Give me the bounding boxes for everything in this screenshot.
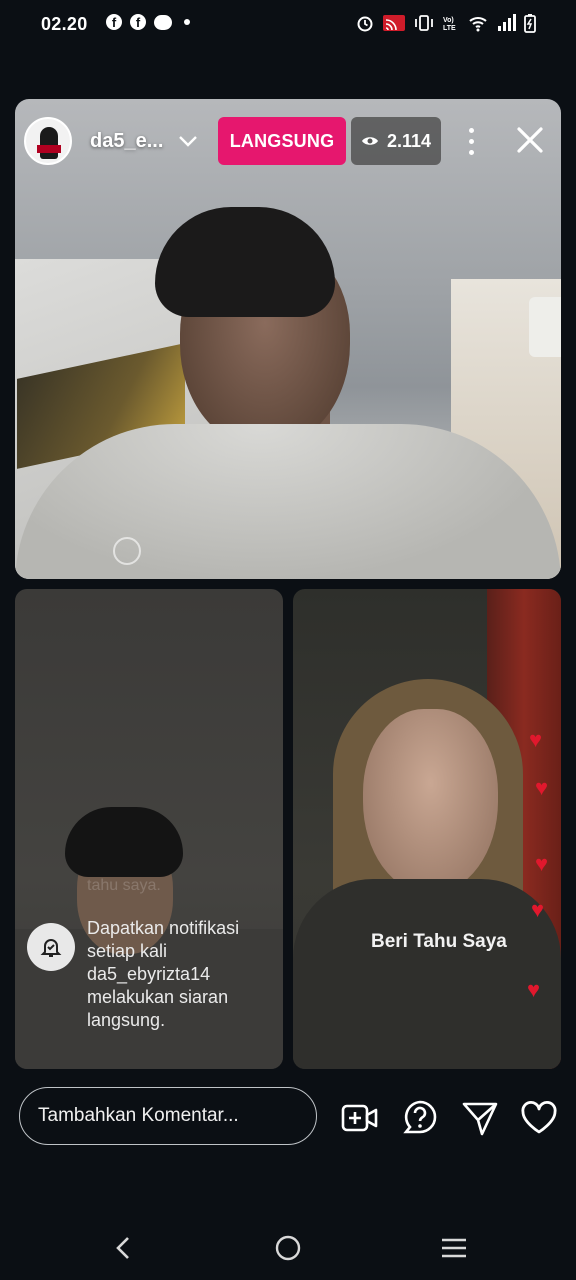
notification-prompt: Dapatkan notifikasi setiap kali da5_ebyr… xyxy=(87,918,240,1030)
shirt-logo xyxy=(113,537,141,565)
close-icon[interactable] xyxy=(515,125,545,155)
svg-text:Vo): Vo) xyxy=(443,17,454,24)
host-video[interactable]: da5_e... LANGSUNG 2.114 xyxy=(15,99,561,579)
question-icon[interactable] xyxy=(400,1098,440,1138)
faint-overlay-text: tahu saya. xyxy=(87,877,161,894)
chevron-down-icon[interactable] xyxy=(177,131,199,151)
avatar-accent xyxy=(37,145,61,153)
guest-body xyxy=(293,879,561,1069)
guest-face xyxy=(363,709,498,894)
home-icon[interactable] xyxy=(275,1235,301,1261)
messenger-icon xyxy=(154,14,172,30)
avatar-figure xyxy=(40,127,58,159)
notify-me-button[interactable]: Beri Tahu Saya xyxy=(371,931,507,953)
facebook-icon: f xyxy=(130,14,146,30)
vibrate-icon xyxy=(415,15,433,31)
battery-charging-icon xyxy=(524,14,536,33)
host-hair xyxy=(155,207,335,317)
floating-heart-icon: ♥ xyxy=(535,775,549,800)
more-options-icon[interactable] xyxy=(461,125,481,157)
volte-icon: Vo)LTE xyxy=(443,17,456,32)
live-badge: LANGSUNG xyxy=(218,117,346,165)
host-shirt xyxy=(15,424,561,579)
status-time: 02.20 xyxy=(41,14,88,34)
floating-heart-icon: ♥ xyxy=(531,897,545,922)
live-header: da5_e... LANGSUNG 2.114 xyxy=(15,99,561,185)
comment-input[interactable]: Tambahkan Komentar... xyxy=(19,1087,317,1145)
viewer-count-badge[interactable]: 2.114 xyxy=(351,117,441,165)
system-nav-bar xyxy=(0,1165,576,1280)
guest-video-left[interactable]: tahu saya. Dapatkan notifikasi setiap ka… xyxy=(15,589,283,1069)
floating-heart-icon: ♥ xyxy=(527,977,541,1002)
cast-icon xyxy=(383,15,405,31)
heart-icon[interactable] xyxy=(519,1098,559,1138)
svg-text:LTE: LTE xyxy=(443,25,456,32)
facebook-icon: f xyxy=(106,14,122,30)
status-left-icons: f f xyxy=(106,14,190,30)
send-icon[interactable] xyxy=(460,1098,500,1138)
alarm-icon xyxy=(357,16,373,32)
back-icon[interactable] xyxy=(112,1235,134,1261)
guest-video-right[interactable]: Beri Tahu Saya ♥ ♥ ♥ ♥ ♥ xyxy=(293,589,561,1069)
air-conditioner xyxy=(529,297,561,357)
status-right-icons: Vo) LTE xyxy=(356,13,536,33)
floating-heart-icon: ♥ xyxy=(529,727,543,752)
avatar[interactable] xyxy=(24,117,72,165)
recents-icon[interactable] xyxy=(440,1235,468,1261)
eye-icon xyxy=(361,137,378,145)
notification-bell-icon[interactable] xyxy=(27,923,75,971)
dot-icon xyxy=(184,19,190,25)
guest-hair xyxy=(65,807,183,877)
add-video-icon[interactable] xyxy=(340,1098,380,1138)
floating-heart-icon: ♥ xyxy=(535,851,549,876)
status-bar: 02.20 f f Vo) LTE xyxy=(0,0,576,48)
wifi-icon xyxy=(469,17,487,32)
host-username[interactable]: da5_e... xyxy=(90,130,163,153)
viewer-count: 2.114 xyxy=(386,130,432,151)
signal-icon xyxy=(498,14,516,31)
